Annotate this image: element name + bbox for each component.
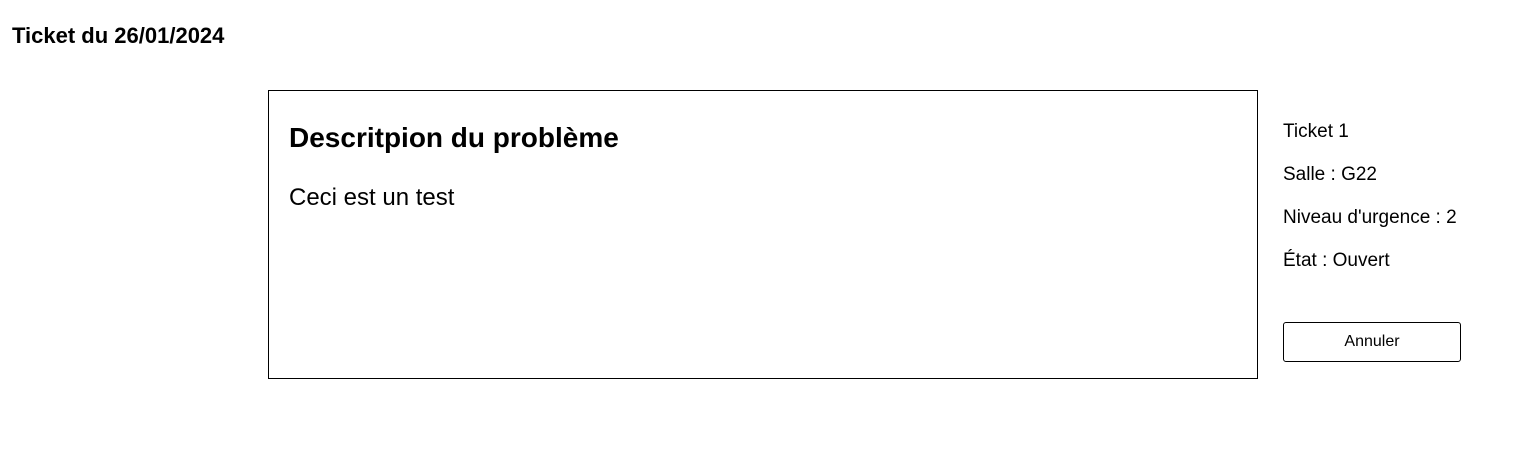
ticket-state: État : Ouvert [1283, 250, 1390, 271]
ticket-info-panel: Ticket 1 Salle : G22 Niveau d'urgence : … [1283, 120, 1513, 292]
cancel-button[interactable]: Annuler [1283, 322, 1461, 362]
description-heading: Descritpion du problème [289, 122, 619, 153]
ticket-number: Ticket 1 [1283, 121, 1349, 142]
description-text: Ceci est un test [289, 184, 455, 211]
ticket-urgency: Niveau d'urgence : 2 [1283, 207, 1457, 228]
page-title: Ticket du 26/01/2024 [12, 23, 225, 48]
description-panel: Descritpion du problème Ceci est un test [268, 90, 1258, 379]
ticket-room: Salle : G22 [1283, 164, 1377, 185]
